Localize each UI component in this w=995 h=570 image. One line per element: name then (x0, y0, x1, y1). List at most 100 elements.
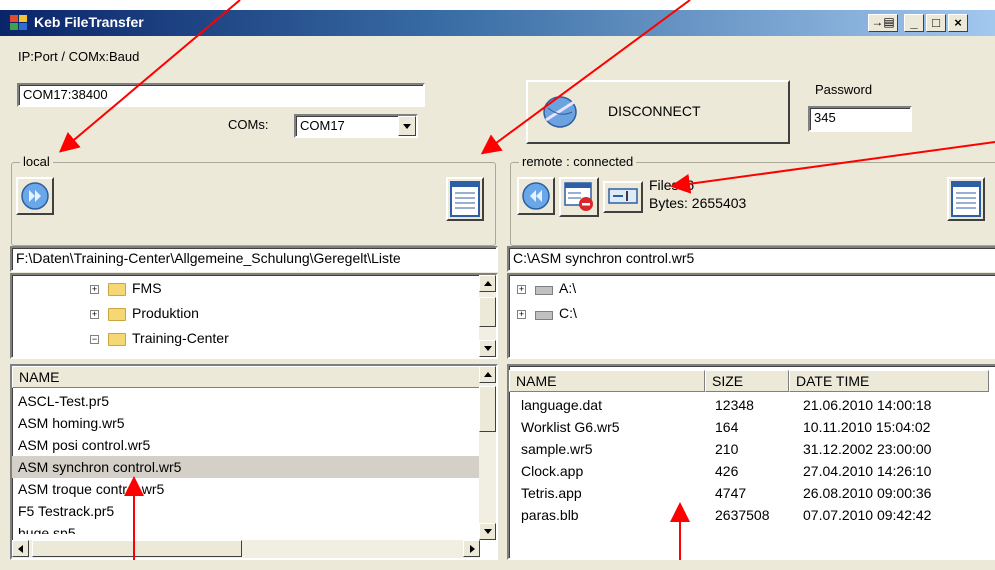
file-datetime: 07.07.2010 09:42:42 (803, 507, 932, 523)
password-label: Password (815, 82, 873, 97)
expand-icon[interactable]: + (517, 310, 526, 319)
tree-item-label: Produktion (132, 305, 199, 321)
expand-icon[interactable]: + (90, 285, 99, 294)
file-size: 2637508 (715, 507, 770, 523)
close-icon[interactable]: × (948, 14, 968, 32)
tree-item[interactable]: + FMS (12, 279, 472, 303)
local-file-list[interactable]: NAME ASCL-Test.pr5 ASM homing.wr5 ASM po… (10, 364, 498, 560)
scroll-thumb[interactable] (479, 297, 496, 327)
remote-tree[interactable]: + A:\ + C:\ (507, 273, 995, 359)
drive-icon (535, 311, 553, 320)
disconnect-label: DISCONNECT (608, 103, 701, 119)
password-field[interactable]: 345 (808, 106, 912, 132)
list-item[interactable]: ASM posi control.wr5 (12, 434, 480, 456)
remote-list-icon (951, 181, 981, 217)
remote-group: remote : connected Files: 6 Bytes: 26554… (510, 154, 995, 246)
file-datetime: 21.06.2010 14:00:18 (803, 397, 932, 413)
scroll-down-icon[interactable] (479, 340, 496, 357)
coms-label: COMs: (228, 117, 269, 132)
window-title: Keb FileTransfer (34, 14, 144, 30)
file-name: language.dat (521, 397, 602, 413)
remote-bytes: Bytes: 2655403 (649, 195, 747, 211)
list-item[interactable]: ASM homing.wr5 (12, 412, 480, 434)
expand-icon[interactable]: + (517, 285, 526, 294)
expand-icon[interactable]: + (90, 310, 99, 319)
disconnect-button[interactable]: DISCONNECT (526, 80, 790, 144)
file-name: sample.wr5 (521, 441, 593, 457)
pin-icon[interactable]: →▤ (868, 14, 898, 32)
file-datetime: 26.08.2010 09:00:36 (803, 485, 932, 501)
address-input[interactable]: COM17:38400 (17, 83, 425, 107)
file-name: paras.blb (521, 507, 579, 523)
file-datetime: 31.12.2002 23:00:00 (803, 441, 932, 457)
tree-item-label: C:\ (559, 305, 577, 321)
file-name: Worklist G6.wr5 (521, 419, 620, 435)
file-size: 164 (715, 419, 739, 435)
connect-globe-icon (543, 96, 577, 128)
file-size: 4747 (715, 485, 747, 501)
tree-item[interactable]: + A:\ (509, 279, 809, 303)
list-item[interactable]: ASCL-Test.pr5 (12, 390, 480, 412)
local-group: local (11, 154, 496, 246)
app-icon (10, 15, 27, 30)
tree-item[interactable]: + Produktion (12, 304, 472, 328)
list-item[interactable]: ASM troque control.wr5 (12, 478, 480, 500)
coms-selected-value: COM17 (300, 118, 345, 133)
file-size: 426 (715, 463, 739, 479)
local-list-scrollbar-h[interactable] (12, 540, 480, 558)
connection-label: IP:Port / COMx:Baud (18, 49, 140, 64)
column-header-datetime[interactable]: DATE TIME (789, 370, 989, 392)
receive-left-icon (522, 182, 550, 210)
local-list-button[interactable] (446, 177, 484, 221)
scroll-down-icon[interactable] (479, 523, 496, 540)
file-size: 12348 (715, 397, 754, 413)
receive-left-button[interactable] (517, 177, 555, 215)
file-name: Tetris.app (521, 485, 582, 501)
scroll-right-icon[interactable] (463, 540, 480, 557)
folder-icon (108, 283, 126, 296)
tree-item[interactable]: − Training-Center (12, 329, 472, 353)
drive-icon (535, 286, 553, 295)
folder-icon (108, 333, 126, 346)
list-item[interactable]: huge.sp5 (12, 522, 480, 534)
remote-group-title: remote : connected (519, 154, 637, 169)
delete-remote-icon (564, 182, 593, 211)
maximize-icon[interactable]: □ (926, 14, 946, 32)
send-right-icon (21, 182, 49, 210)
list-item-selected[interactable]: ASM synchron control.wr5 (12, 456, 480, 478)
title-bar: Keb FileTransfer →▤ _ □ × (0, 10, 995, 36)
tree-item-label: A:\ (559, 280, 577, 296)
remote-file-list[interactable]: NAME SIZE DATE TIME language.dat 12348 2… (507, 364, 995, 560)
send-right-button[interactable] (16, 177, 54, 215)
local-tree-scrollbar[interactable] (479, 275, 496, 357)
local-path-field[interactable]: F:\Daten\Training-Center\Allgemeine_Schu… (10, 246, 498, 272)
local-list-scrollbar-v[interactable] (479, 366, 496, 540)
folder-icon (108, 308, 126, 321)
column-header-name[interactable]: NAME (509, 370, 705, 392)
chevron-down-icon[interactable] (398, 116, 416, 136)
minimize-icon[interactable]: _ (904, 14, 924, 32)
tree-item[interactable]: + C:\ (509, 304, 809, 328)
rename-remote-icon (608, 188, 638, 204)
scroll-left-icon[interactable] (12, 540, 29, 557)
column-header-name[interactable]: NAME (12, 366, 480, 388)
remote-files-count: Files: 6 (649, 177, 695, 193)
local-tree[interactable]: + FMS + Produktion − Training-Center (10, 273, 498, 359)
file-size: 210 (715, 441, 739, 457)
scroll-thumb[interactable] (479, 386, 496, 432)
file-name: Clock.app (521, 463, 584, 479)
delete-remote-button[interactable] (559, 177, 599, 217)
column-header-size[interactable]: SIZE (705, 370, 789, 392)
list-item[interactable]: F5 Testrack.pr5 (12, 500, 480, 522)
remote-list-button[interactable] (947, 177, 985, 221)
app-window: Keb FileTransfer →▤ _ □ × IP:Port / COMx… (0, 10, 995, 570)
scroll-up-icon[interactable] (479, 275, 496, 292)
coms-select[interactable]: COM17 (294, 114, 418, 138)
scroll-thumb[interactable] (32, 540, 242, 557)
remote-path-field[interactable]: C:\ASM synchron control.wr5 (507, 246, 995, 272)
scroll-up-icon[interactable] (479, 366, 496, 383)
file-datetime: 10.11.2010 15:04:02 (803, 419, 931, 435)
collapse-icon[interactable]: − (90, 335, 99, 344)
rename-remote-button[interactable] (603, 181, 643, 213)
tree-item-label: Training-Center (132, 330, 229, 346)
